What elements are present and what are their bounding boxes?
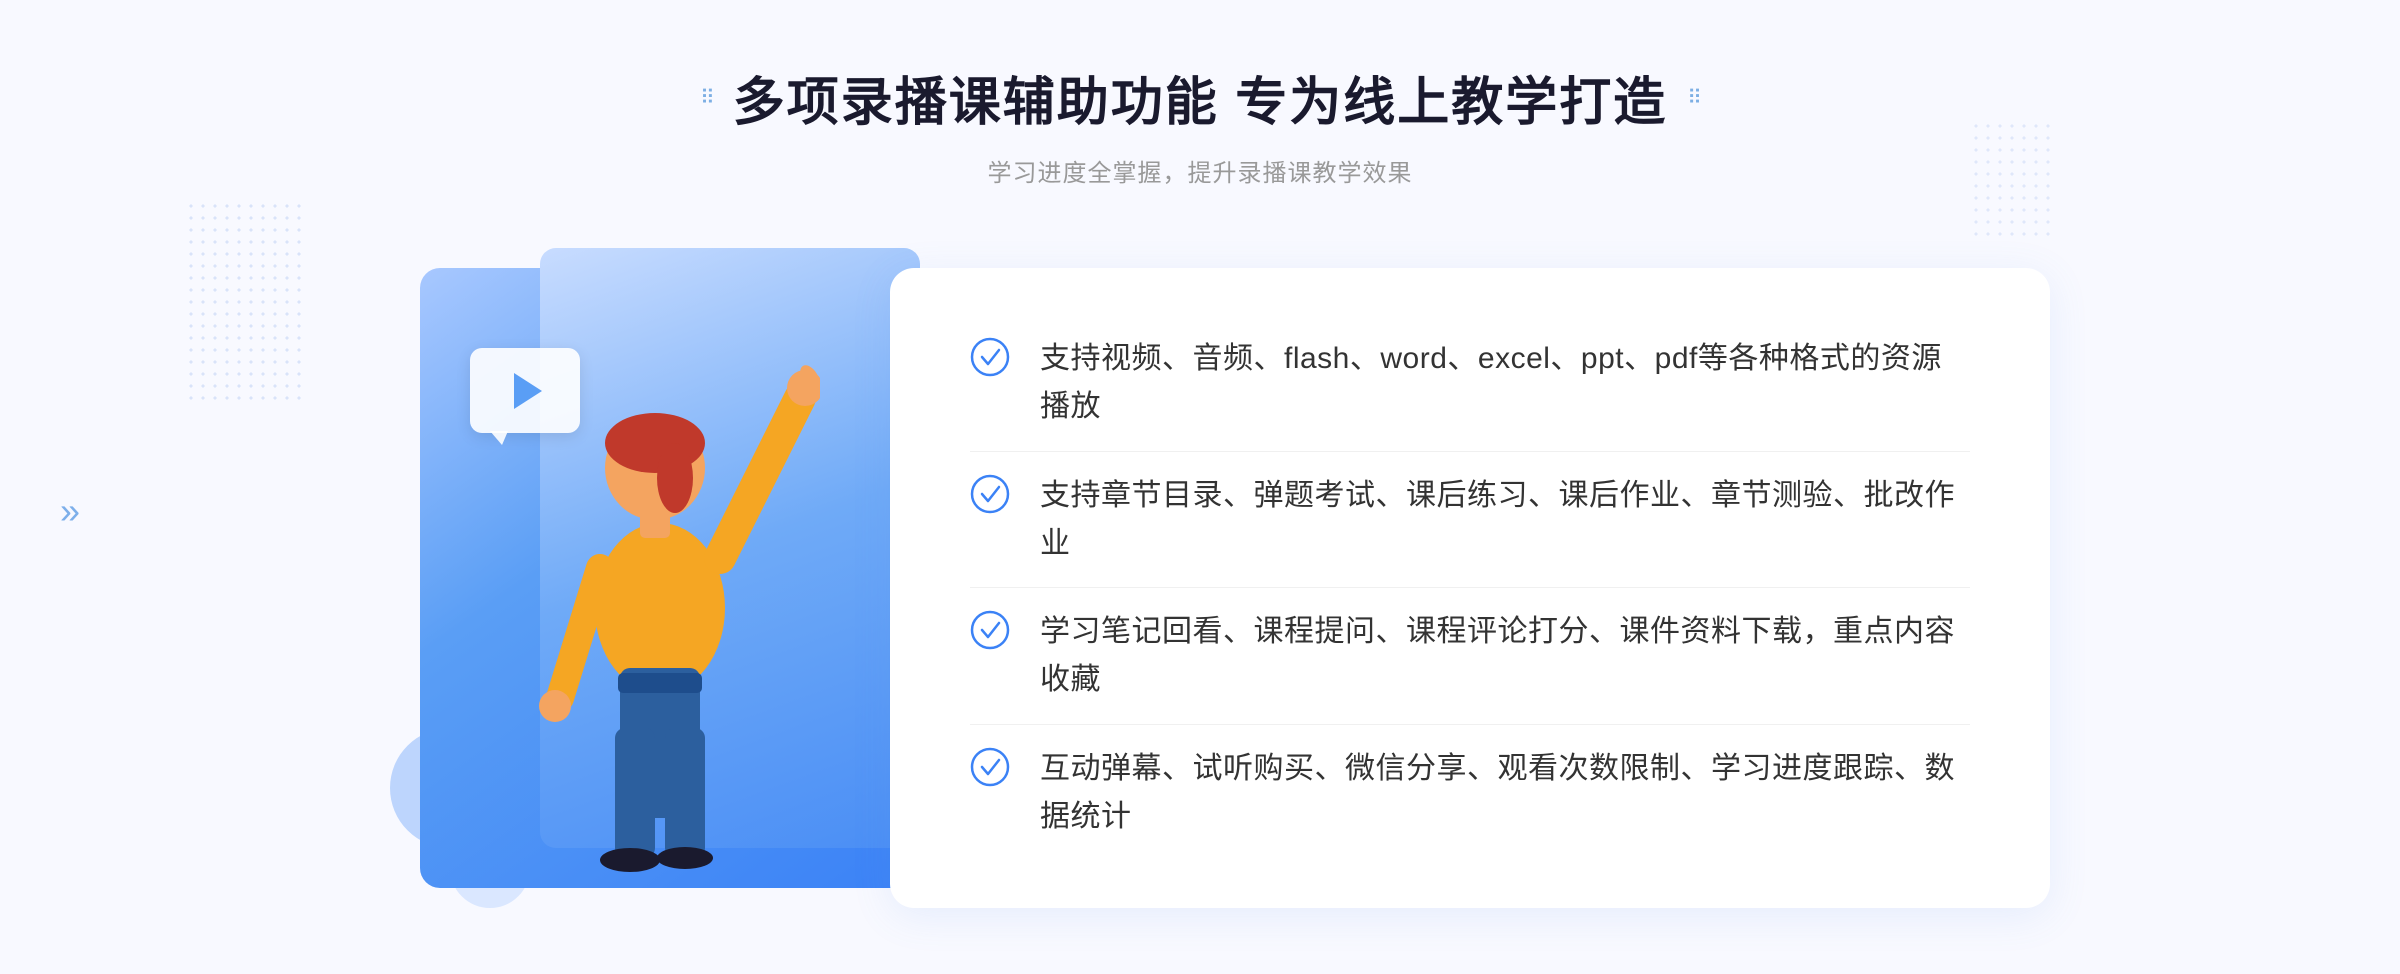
check-icon-2: [970, 474, 1010, 514]
divider-2: [970, 587, 1970, 588]
bg-dots-right: [1970, 120, 2050, 240]
feature-item-3: 学习笔记回看、课程提问、课程评论打分、课件资料下载，重点内容收藏: [970, 593, 1970, 719]
header-title-row: ⠿ 多项录播课辅助功能 专为线上教学打造 ⠿: [700, 60, 1700, 135]
header-dots-left-icon: ⠿: [700, 85, 713, 110]
divider-3: [970, 724, 1970, 725]
feature-text-1: 支持视频、音频、flash、word、excel、ppt、pdf等各种格式的资源…: [1040, 335, 1970, 431]
arrow-left-decoration: »: [60, 490, 80, 532]
bg-dots-left: [185, 200, 305, 400]
main-content: 支持视频、音频、flash、word、excel、ppt、pdf等各种格式的资源…: [350, 238, 2050, 938]
check-icon-1: [970, 337, 1010, 377]
feature-item-1: 支持视频、音频、flash、word、excel、ppt、pdf等各种格式的资源…: [970, 320, 1970, 446]
feature-item-4: 互动弹幕、试听购买、微信分享、观看次数限制、学习进度跟踪、数据统计: [970, 730, 1970, 856]
check-icon-4: [970, 747, 1010, 787]
page-title: 多项录播课辅助功能 专为线上教学打造: [733, 60, 1667, 135]
content-panel: 支持视频、音频、flash、word、excel、ppt、pdf等各种格式的资源…: [890, 268, 2050, 908]
illustration-area: [370, 248, 950, 928]
page-subtitle: 学习进度全掌握，提升录播课教学效果: [700, 153, 1700, 188]
page-container: » ⠿ 多项录播课辅助功能 专为线上教学打造 ⠿ 学习进度全掌握，提升录播课教学…: [0, 0, 2400, 974]
header-dots-right-icon: ⠿: [1687, 85, 1700, 110]
header-section: ⠿ 多项录播课辅助功能 专为线上教学打造 ⠿ 学习进度全掌握，提升录播课教学效果: [700, 60, 1700, 188]
feature-text-2: 支持章节目录、弹题考试、课后练习、课后作业、章节测验、批改作业: [1040, 472, 1970, 568]
feature-text-4: 互动弹幕、试听购买、微信分享、观看次数限制、学习进度跟踪、数据统计: [1040, 745, 1970, 841]
divider-1: [970, 451, 1970, 452]
check-icon-3: [970, 610, 1010, 650]
person-illustration: [500, 278, 820, 918]
feature-text-3: 学习笔记回看、课程提问、课程评论打分、课件资料下载，重点内容收藏: [1040, 608, 1970, 704]
feature-item-2: 支持章节目录、弹题考试、课后练习、课后作业、章节测验、批改作业: [970, 457, 1970, 583]
